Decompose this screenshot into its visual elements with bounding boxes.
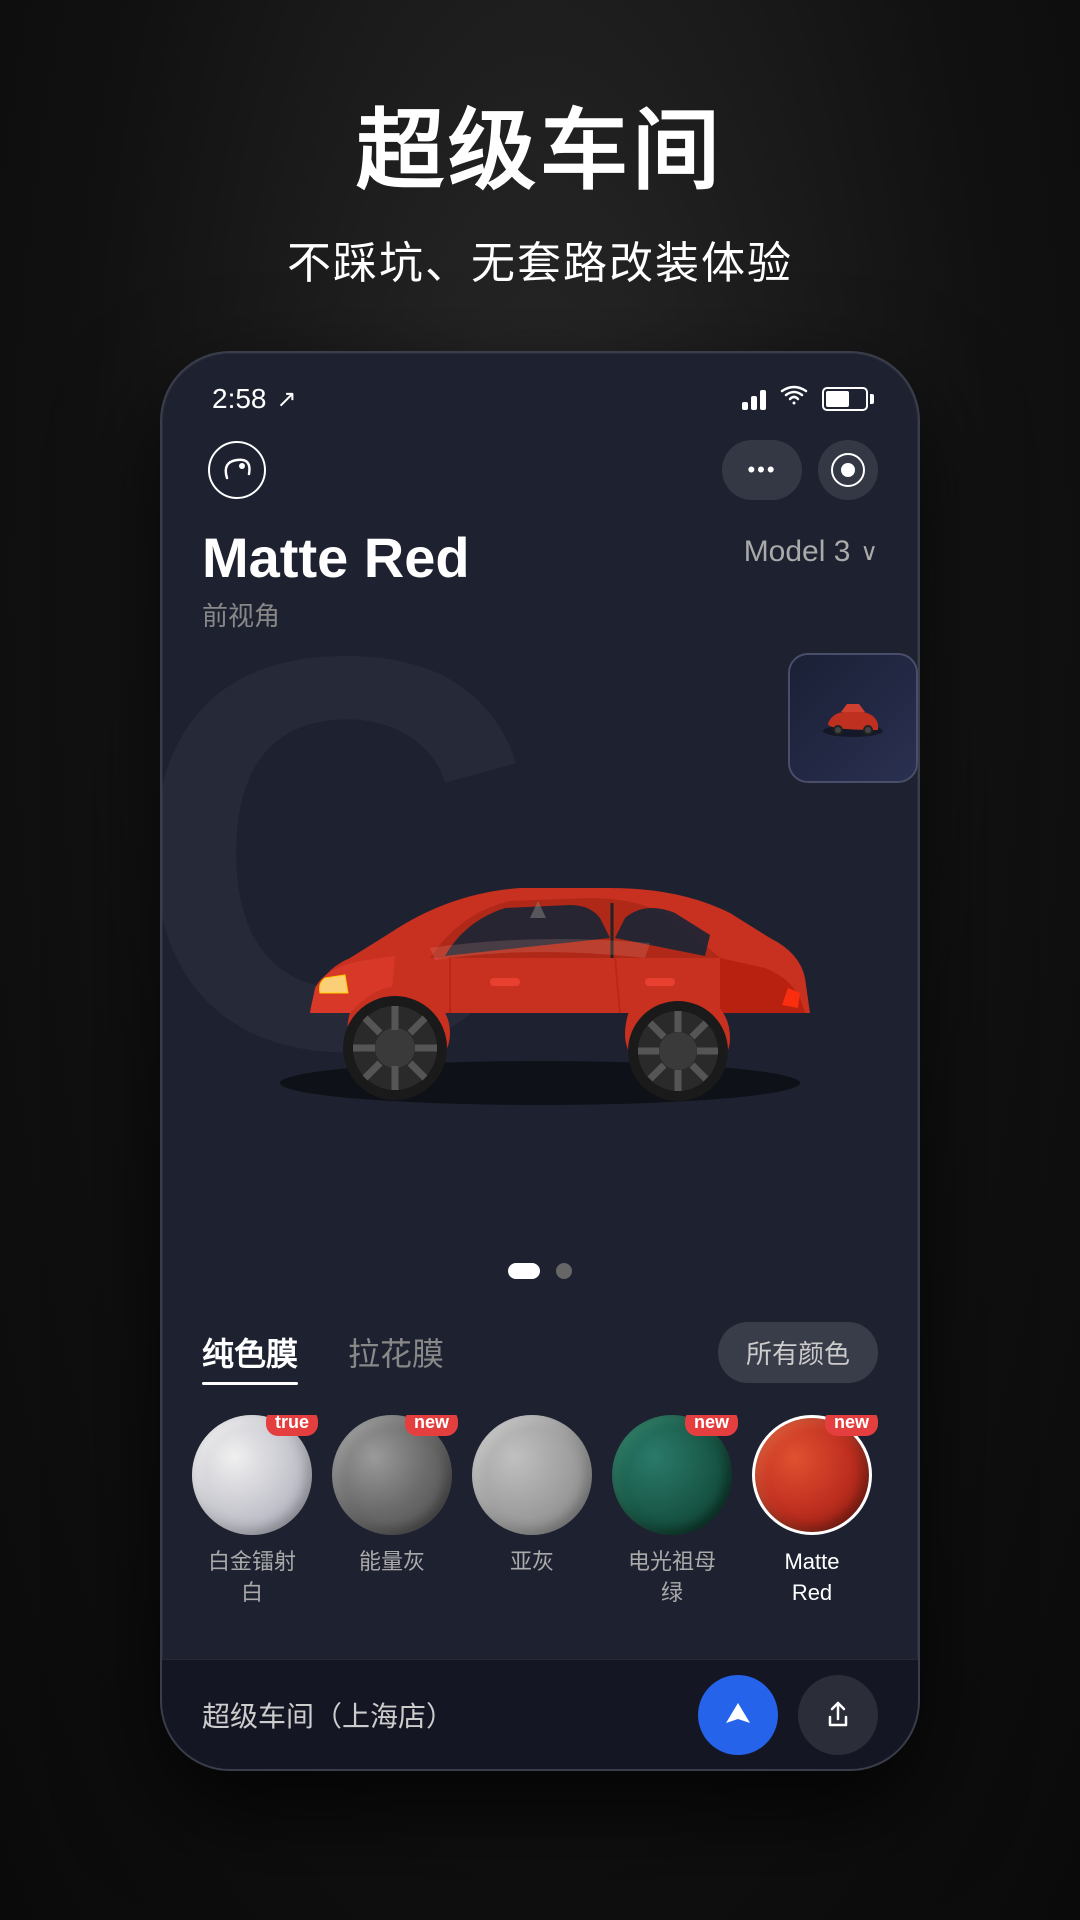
product-subtitle: 前视角 — [202, 596, 878, 633]
swatch-matte-red[interactable]: new Matte Red — [752, 1415, 872, 1609]
battery-icon — [822, 387, 868, 411]
tab-pattern-film[interactable]: 拉花膜 — [348, 1319, 444, 1385]
film-tabs: 纯色膜 拉花膜 所有颜色 — [162, 1319, 918, 1385]
record-button[interactable] — [818, 440, 878, 500]
swatch-white-gold[interactable]: true 白金镭射 白 — [192, 1415, 312, 1609]
tab-pure-film[interactable]: 纯色膜 — [202, 1319, 298, 1385]
product-title-row: Matte Red Model 3 ∨ — [202, 525, 878, 590]
color-swatches: true 白金镭射 白 new 能量灰 — [162, 1415, 918, 1609]
hero-title: 超级车间 — [287, 80, 793, 207]
signal-icon — [742, 388, 766, 410]
signal-bar-2 — [751, 396, 757, 410]
swatch-label-sub-gray: 亚灰 — [510, 1547, 554, 1578]
bottom-bar: 超级车间（上海店） — [162, 1659, 918, 1769]
store-name: 超级车间（上海店） — [202, 1695, 454, 1735]
header-actions: ••• — [722, 440, 878, 500]
new-badge-white-gold: true — [266, 1415, 318, 1436]
product-title: Matte Red — [202, 525, 470, 590]
wifi-icon — [780, 385, 808, 414]
status-left: 2:58 ↗ — [212, 383, 297, 415]
status-bar: 2:58 ↗ — [162, 353, 918, 425]
new-badge-energy-gray: new — [405, 1415, 458, 1436]
swatch-energy-gray[interactable]: new 能量灰 — [332, 1415, 452, 1609]
hero-subtitle: 不踩坑、无套路改装体验 — [287, 227, 793, 291]
new-badge-electric-green: new — [685, 1415, 738, 1436]
swatch-label-energy-gray: 能量灰 — [359, 1547, 425, 1578]
page-dots — [162, 1263, 918, 1279]
swatch-container-electric-green: new — [612, 1415, 732, 1535]
bottom-icons — [698, 1675, 878, 1755]
app-header: ••• — [162, 425, 918, 525]
swatch-electric-green[interactable]: new 电光祖母 绿 — [612, 1415, 732, 1609]
all-colors-button[interactable]: 所有颜色 — [718, 1322, 878, 1383]
app-logo[interactable] — [202, 435, 272, 505]
signal-bar-1 — [742, 402, 748, 410]
content-area: Matte Red Model 3 ∨ 前视角 — [162, 525, 918, 633]
new-badge-matte-red: new — [825, 1415, 878, 1436]
swatch-container-white-gold: true — [192, 1415, 312, 1535]
swatch-container-energy-gray: new — [332, 1415, 452, 1535]
swatch-ball-sub-gray — [472, 1415, 592, 1535]
more-button[interactable]: ••• — [722, 440, 802, 500]
share-button[interactable] — [798, 1675, 878, 1755]
location-icon: ↗ — [277, 385, 297, 414]
swatch-container-sub-gray — [472, 1415, 592, 1535]
swatch-label-electric-green: 电光祖母 绿 — [628, 1547, 716, 1609]
page-dot-1[interactable] — [508, 1263, 540, 1279]
phone-frame: 2:58 ↗ — [160, 351, 920, 1771]
page-wrapper: 超级车间 不踩坑、无套路改装体验 2:58 ↗ — [0, 0, 1080, 1920]
real-photo-button[interactable]: 查看 实拍 — [788, 653, 918, 783]
status-right — [742, 385, 868, 414]
car-image — [230, 773, 850, 1113]
real-photo-preview — [790, 655, 916, 781]
model-chevron-icon: ∨ — [860, 538, 878, 567]
swatch-label-white-gold: 白金镭射 白 — [208, 1547, 296, 1609]
swatch-container-matte-red: new — [752, 1415, 872, 1535]
time-display: 2:58 — [212, 383, 267, 415]
swatch-sub-gray[interactable]: 亚灰 — [472, 1415, 592, 1609]
model-name: Model 3 — [744, 535, 851, 569]
page-dot-2[interactable] — [556, 1263, 572, 1279]
battery-fill — [826, 391, 849, 407]
hero-section: 超级车间 不踩坑、无套路改装体验 — [287, 80, 793, 291]
navigation-button[interactable] — [698, 1675, 778, 1755]
model-selector[interactable]: Model 3 ∨ — [744, 535, 878, 569]
swatch-label-matte-red: Matte Red — [784, 1547, 839, 1609]
car-showcase: C 查看 实拍 — [162, 653, 918, 1233]
signal-bar-3 — [760, 390, 766, 410]
